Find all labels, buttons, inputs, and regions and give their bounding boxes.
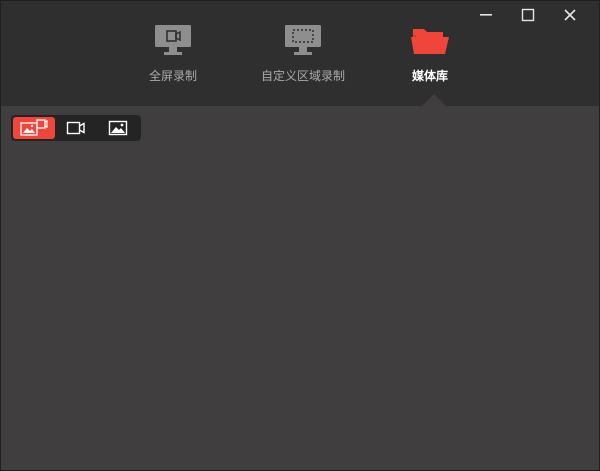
media-library-content [1,106,599,470]
image-icon [108,120,128,136]
maximize-icon [521,8,535,22]
tab-region-record[interactable]: 自定义区域录制 [243,21,363,84]
maximize-button[interactable] [507,5,549,25]
tab-media-label: 媒体库 [411,69,448,83]
filter-all-media-button[interactable] [13,117,55,139]
minimize-icon [480,14,492,16]
active-tab-indicator [422,94,446,106]
folder-icon [410,21,450,57]
filter-video-button[interactable] [55,117,97,139]
header-bar: 全屏录制 自定义区域录制 媒体库 [1,1,599,106]
window-controls [465,5,591,25]
minimize-button[interactable] [465,5,507,25]
close-button[interactable] [549,5,591,25]
media-filter-bar [11,115,141,141]
app-window: 全屏录制 自定义区域录制 媒体库 [0,0,600,471]
tab-media-library[interactable]: 媒体库 [370,21,490,84]
video-icon [66,121,85,135]
region-record-icon [283,21,323,57]
filter-image-button[interactable] [97,117,139,139]
tab-region-label: 自定义区域录制 [260,69,345,83]
tab-fullscreen-record[interactable]: 全屏录制 [113,21,233,84]
fullscreen-record-icon [153,21,193,57]
tab-fullscreen-label: 全屏录制 [148,69,197,83]
close-icon [564,9,576,21]
all-media-icon [20,119,48,136]
